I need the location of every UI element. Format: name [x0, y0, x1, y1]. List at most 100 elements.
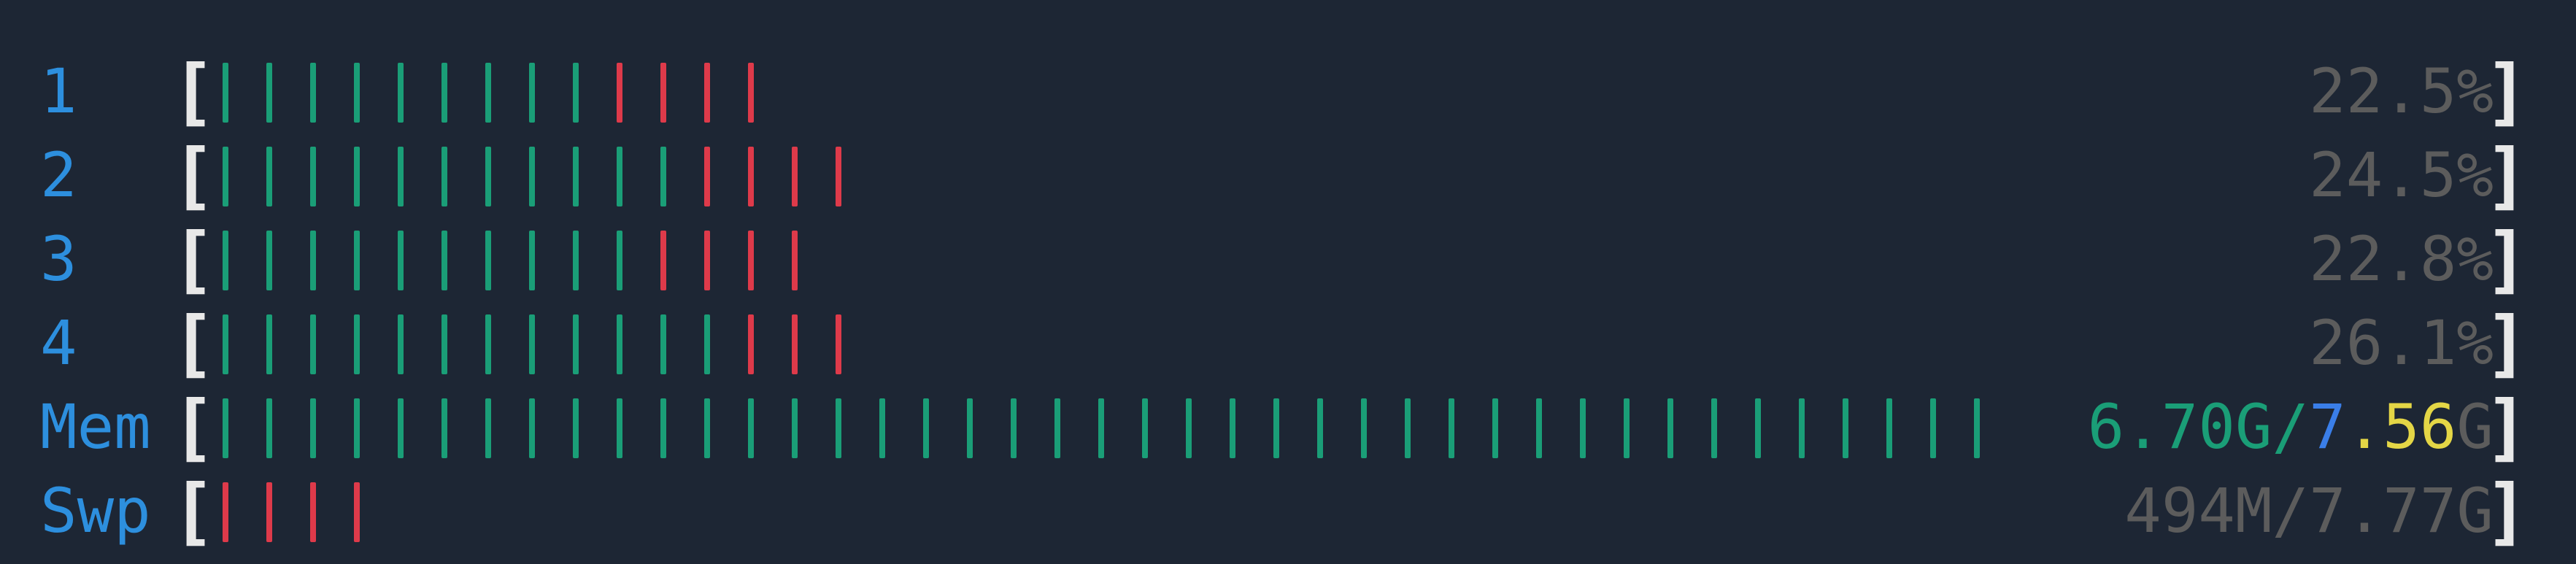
cpu-user-bar	[266, 231, 272, 290]
cpu-user-bar	[617, 231, 622, 290]
memory-used-bar	[1011, 398, 1017, 458]
memory-value: 6.70G/7.56G	[2088, 385, 2494, 469]
cpu-user-bar	[441, 63, 447, 123]
memory-used-bar	[1142, 398, 1148, 458]
cpu-user-bar	[441, 231, 447, 290]
memory-used-bar	[354, 398, 360, 458]
cpu-user-bar	[266, 314, 272, 374]
cpu-meter-4: 4 [ 26.1% ]	[40, 301, 2529, 385]
open-bracket: [	[171, 301, 216, 386]
cpu-system-bar	[704, 63, 710, 123]
open-bracket: [	[171, 217, 216, 302]
memory-used-bar	[1624, 398, 1630, 458]
cpu-user-bar	[441, 147, 447, 206]
memory-used-bar	[310, 398, 316, 458]
cpu-user-bar	[354, 147, 360, 206]
swap-value: 494M/7.77G	[2124, 475, 2494, 546]
memory-used-bar	[1361, 398, 1367, 458]
cpu-system-bar	[704, 147, 710, 206]
cpu-meter-3: 3 [ 22.8% ]	[40, 217, 2529, 301]
cpu-user-bar	[354, 63, 360, 123]
cpu-user-bar	[485, 147, 491, 206]
cpu-user-bar	[223, 147, 228, 206]
open-bracket: [	[171, 49, 216, 134]
cpu-user-bar	[573, 63, 579, 123]
memory-used-bar	[441, 398, 447, 458]
memory-used-bar	[923, 398, 929, 458]
memory-separator: /	[2272, 391, 2310, 463]
cpu-system-bar	[660, 231, 666, 290]
memory-used: 6.70G	[2087, 391, 2272, 463]
cpu-user-bar	[617, 314, 622, 374]
cpu-system-bar	[836, 147, 841, 206]
memory-total-int: 7	[2309, 391, 2346, 463]
close-bracket: ]	[2484, 217, 2529, 302]
cpu-user-bar	[310, 63, 316, 123]
swap-used-bar	[354, 482, 360, 542]
memory-used-bar	[1492, 398, 1498, 458]
memory-used-bar	[398, 398, 404, 458]
cpu-user-bar	[529, 147, 535, 206]
memory-used-bar	[1580, 398, 1586, 458]
cpu-percent: 22.8%	[2309, 223, 2494, 295]
cpu-user-bar	[310, 147, 316, 206]
cpu-label: 2	[40, 139, 77, 211]
close-bracket: ]	[2484, 301, 2529, 386]
memory-used-bar	[704, 398, 710, 458]
memory-used-bar	[836, 398, 841, 458]
memory-used-bar	[266, 398, 272, 458]
swap-used-bar	[266, 482, 272, 542]
cpu-user-bar	[266, 63, 272, 123]
memory-used-bar	[573, 398, 579, 458]
memory-used-bar	[792, 398, 798, 458]
cpu-percent: 26.1%	[2309, 307, 2494, 379]
swap-meter: Swp [ 494M/7.77G ]	[40, 469, 2529, 553]
cpu-user-bar	[573, 314, 579, 374]
cpu-system-bar	[617, 63, 622, 123]
cpu-user-bar	[529, 231, 535, 290]
memory-used-bar	[1536, 398, 1542, 458]
cpu-system-bar	[792, 314, 798, 374]
cpu-user-bar	[660, 314, 666, 374]
cpu-user-bar	[266, 147, 272, 206]
cpu-user-bar	[441, 314, 447, 374]
memory-used-bar	[879, 398, 885, 458]
cpu-user-bar	[354, 231, 360, 290]
cpu-user-bar	[704, 314, 710, 374]
cpu-user-bar	[310, 231, 316, 290]
cpu-user-bar	[223, 63, 228, 123]
swap-used-bar	[223, 482, 228, 542]
cpu-system-bar	[748, 63, 754, 123]
close-bracket: ]	[2484, 385, 2529, 470]
cpu-user-bar	[573, 147, 579, 206]
memory-used-bar	[1755, 398, 1761, 458]
memory-total-dot: .	[2345, 391, 2383, 463]
memory-used-bar	[748, 398, 754, 458]
memory-used-bar	[223, 398, 228, 458]
memory-used-bar	[529, 398, 535, 458]
memory-used-bar	[1711, 398, 1717, 458]
cpu-user-bar	[310, 314, 316, 374]
memory-used-bar	[485, 398, 491, 458]
close-bracket: ]	[2484, 49, 2529, 134]
memory-label: Mem	[40, 391, 151, 463]
cpu-percent: 24.5%	[2309, 139, 2494, 211]
memory-used-bar	[1317, 398, 1323, 458]
memory-used-bar	[1843, 398, 1848, 458]
cpu-meter-1: 1 [ 22.5% ]	[40, 50, 2529, 134]
cpu-system-bar	[836, 314, 841, 374]
memory-used-bar	[1974, 398, 1980, 458]
swap-used-bar	[310, 482, 316, 542]
cpu-system-bar	[748, 314, 754, 374]
memory-meter: Mem [ 6.70G/7.56G ]	[40, 385, 2529, 469]
cpu-user-bar	[398, 314, 404, 374]
cpu-system-bar	[748, 231, 754, 290]
cpu-user-bar	[223, 314, 228, 374]
htop-meters: 1 [ 22.5% ] 2 [ 24.5% ] 3 [ 22.8% ] 4 [ …	[40, 50, 2529, 553]
memory-used-bar	[1273, 398, 1279, 458]
cpu-system-bar	[792, 147, 798, 206]
cpu-user-bar	[223, 231, 228, 290]
cpu-user-bar	[485, 63, 491, 123]
memory-used-bar	[1054, 398, 1060, 458]
cpu-label: 4	[40, 307, 77, 379]
